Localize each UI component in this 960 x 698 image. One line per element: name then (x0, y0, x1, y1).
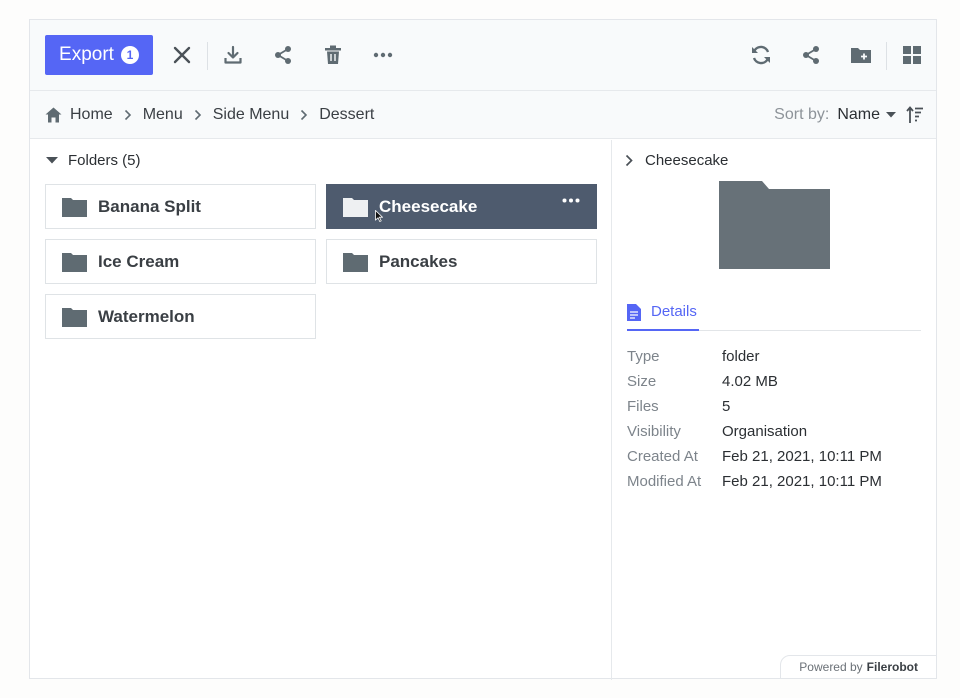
detail-row: Size 4.02 MB (627, 369, 882, 394)
details-panel: Cheesecake Details Type folder Size 4.02 M… (613, 140, 936, 680)
sort-value: Name (837, 106, 880, 123)
folder-name: Banana Split (98, 196, 201, 216)
detail-value: 4.02 MB (722, 373, 778, 390)
detail-row: Created At Feb 21, 2021, 10:11 PM (627, 444, 882, 469)
caret-down-icon (46, 157, 58, 164)
details-list: Type folder Size 4.02 MB Files 5 Visibility… (627, 344, 882, 494)
folder-name: Cheesecake (379, 196, 478, 216)
detail-key: Modified At (627, 473, 702, 490)
powered-by-badge[interactable]: Powered by Filerobot (780, 655, 937, 679)
toolbar-divider (207, 42, 208, 70)
folder-name: Watermelon (98, 306, 195, 326)
new-folder-icon[interactable] (848, 42, 874, 68)
file-manager-window: Export 1 Home Menu Side Menu Dessert Sor… (29, 19, 937, 680)
detail-value: Organisation (722, 423, 808, 440)
folder-item[interactable]: Ice Cream (45, 239, 316, 284)
sort-control: Sort by: Name (774, 91, 924, 139)
detail-key: Created At (627, 448, 698, 465)
folder-item[interactable]: Watermelon (45, 294, 316, 339)
chevron-right-icon (194, 109, 202, 121)
sort-dropdown[interactable]: Name (837, 106, 906, 124)
folder-name: Ice Cream (98, 251, 180, 271)
folder-icon (343, 197, 368, 217)
detail-value: 5 (722, 398, 731, 415)
sort-label: Sort by: (774, 106, 830, 123)
more-icon[interactable] (370, 42, 396, 68)
more-icon[interactable] (562, 198, 580, 203)
export-count-badge: 1 (120, 46, 139, 64)
detail-value: Feb 21, 2021, 10:11 PM (722, 473, 882, 490)
detail-key: Files (627, 398, 659, 415)
share-icon[interactable] (270, 42, 296, 68)
refresh-icon[interactable] (748, 42, 774, 68)
detail-row: Visibility Organisation (627, 419, 882, 444)
folder-item[interactable]: Banana Split (45, 184, 316, 229)
preview-title: Cheesecake (645, 152, 729, 169)
toolbar-divider (886, 42, 887, 70)
toolbar: Export 1 (30, 20, 936, 91)
detail-row: Modified At Feb 21, 2021, 10:11 PM (627, 469, 882, 494)
folder-list-panel: Folders (5) Banana Split Cheesecake Ice … (30, 140, 612, 680)
detail-row: Files 5 (627, 394, 882, 419)
breadcrumb-bar: Home Menu Side Menu Dessert Sort by: Nam… (30, 91, 936, 139)
detail-value: Feb 21, 2021, 10:11 PM (722, 448, 882, 465)
tab-details[interactable]: Details (627, 303, 699, 331)
download-icon[interactable] (220, 42, 246, 68)
export-label: Export (59, 44, 114, 65)
breadcrumb: Home Menu Side Menu Dessert (45, 91, 374, 139)
folders-section-toggle[interactable]: Folders (5) (46, 152, 141, 169)
detail-key: Type (627, 348, 660, 365)
breadcrumb-item-side-menu[interactable]: Side Menu (213, 106, 290, 124)
folder-icon (343, 252, 368, 272)
trash-icon[interactable] (320, 42, 346, 68)
share-icon[interactable] (798, 42, 824, 68)
home-icon[interactable] (45, 107, 62, 123)
sort-order-icon[interactable] (906, 106, 924, 124)
breadcrumb-item-dessert[interactable]: Dessert (319, 106, 374, 124)
detail-key: Visibility (627, 423, 681, 440)
folder-icon (62, 197, 87, 217)
details-panel-header: Cheesecake (625, 152, 728, 169)
folder-item[interactable]: Pancakes (326, 239, 597, 284)
detail-row: Type folder (627, 344, 882, 369)
export-button[interactable]: Export 1 (45, 35, 153, 75)
folder-icon (62, 252, 87, 272)
tab-details-label: Details (651, 303, 697, 320)
detail-key: Size (627, 373, 657, 390)
detail-value: folder (722, 348, 760, 365)
breadcrumb-item-menu[interactable]: Menu (143, 106, 183, 124)
mouse-cursor-icon (375, 210, 383, 222)
folder-icon (719, 180, 830, 274)
folder-icon (62, 307, 87, 327)
folder-name: Pancakes (379, 251, 458, 271)
document-icon (627, 304, 641, 321)
folder-item[interactable]: Cheesecake (326, 184, 597, 229)
powered-by-text: Powered by (799, 660, 863, 674)
chevron-right-icon[interactable] (625, 154, 633, 167)
details-tabbar: Details (627, 303, 921, 331)
caret-down-icon (886, 112, 896, 118)
grid-view-icon[interactable] (899, 42, 925, 68)
chevron-right-icon (300, 109, 308, 121)
chevron-right-icon (124, 109, 132, 121)
close-icon[interactable] (169, 42, 195, 68)
folders-heading: Folders (5) (68, 152, 141, 169)
brand-name: Filerobot (866, 660, 918, 674)
breadcrumb-item-home[interactable]: Home (70, 106, 113, 124)
